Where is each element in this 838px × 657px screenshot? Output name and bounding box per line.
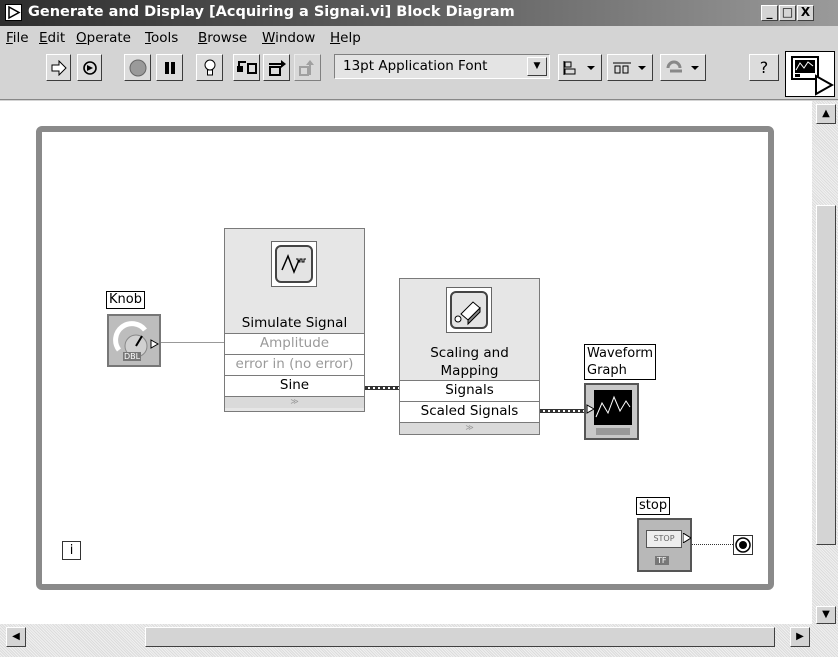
question-icon: ? xyxy=(759,58,769,77)
vi-icon-graphic xyxy=(791,56,835,96)
vi-icon[interactable] xyxy=(785,51,835,97)
pause-button[interactable] xyxy=(156,54,183,81)
context-help-button[interactable]: ? xyxy=(749,54,779,81)
vertical-scrollbar[interactable]: ▲ ▼ xyxy=(812,101,838,624)
simulate-signal-icon xyxy=(271,241,317,287)
abort-stop-icon xyxy=(129,59,146,76)
pause-icon xyxy=(164,61,175,74)
align-objects-button[interactable] xyxy=(558,54,602,81)
simulate-signal-title: Simulate Signal xyxy=(241,315,348,331)
align-objects-icon xyxy=(563,60,595,75)
labview-app-icon[interactable] xyxy=(5,4,22,21)
wire-knob-amplitude[interactable] xyxy=(161,342,225,343)
font-ring-value: 13pt Application Font xyxy=(343,58,488,74)
wire-stop-condition[interactable] xyxy=(692,544,733,545)
stop-if-true-icon xyxy=(735,537,751,553)
waveform-graph-terminal[interactable] xyxy=(584,383,639,440)
run-continuously-button[interactable] xyxy=(77,54,102,81)
menu-browse[interactable]: Browse xyxy=(198,30,247,46)
lightbulb-icon xyxy=(204,59,215,75)
waveform-graph-icon xyxy=(586,390,632,435)
step-out-icon xyxy=(298,59,314,76)
chevron-down-icon[interactable]: ▼ xyxy=(527,57,547,76)
highlight-execution-button[interactable] xyxy=(196,54,223,81)
waveform-graph-label-line2: Graph xyxy=(587,363,627,378)
title-bar[interactable]: Generate and Display [Acquiring a Signai… xyxy=(0,0,838,26)
run-arrow-icon xyxy=(51,59,67,76)
horizontal-scroll-thumb[interactable] xyxy=(145,627,775,647)
menu-bar: File Edit Operate Tools Browse Window He… xyxy=(0,26,838,48)
terminal-scaled-signals-output[interactable]: Scaled Signals xyxy=(400,401,539,422)
block-diagram-canvas[interactable]: Knob DBL Simulate Signal Amplitude error… xyxy=(0,101,812,624)
distribute-objects-icon xyxy=(613,62,646,73)
step-into-icon xyxy=(236,60,257,74)
loop-condition-terminal[interactable] xyxy=(733,535,753,555)
toolbar: 13pt Application Font ▼ ? xyxy=(0,48,838,100)
stop-output-arrow-icon xyxy=(683,533,691,543)
stop-type: TF xyxy=(655,556,669,565)
stop-label[interactable]: stop xyxy=(636,497,671,515)
menu-edit[interactable]: Edit xyxy=(39,30,65,46)
scroll-left-arrow-icon[interactable]: ◀ xyxy=(6,627,26,647)
menu-file[interactable]: File xyxy=(6,30,29,46)
font-ring[interactable]: 13pt Application Font ▼ xyxy=(334,54,550,79)
terminal-sine-output[interactable]: Sine xyxy=(225,375,364,396)
iteration-terminal[interactable]: i xyxy=(62,541,81,560)
waveform-graph-label[interactable]: Waveform Graph xyxy=(584,344,656,380)
stop-terminal[interactable]: STOP TF xyxy=(637,518,692,572)
reorder-icon xyxy=(666,60,699,72)
maximize-button[interactable]: □ xyxy=(779,5,796,21)
expand-handle[interactable]: ≫ xyxy=(400,422,539,434)
horizontal-scrollbar[interactable]: ◀ ▶ xyxy=(0,624,838,657)
scaling-title: Scaling and Mapping xyxy=(400,344,539,380)
distribute-objects-button[interactable] xyxy=(607,54,653,81)
menu-help[interactable]: Help xyxy=(330,30,361,46)
knob-type: DBL xyxy=(123,352,142,361)
close-button[interactable]: X xyxy=(797,5,814,21)
step-over-icon xyxy=(268,59,286,76)
menu-operate[interactable]: Operate xyxy=(76,30,131,46)
terminal-amplitude[interactable]: Amplitude xyxy=(225,333,364,354)
menu-window[interactable]: Window xyxy=(262,30,315,46)
scroll-right-arrow-icon[interactable]: ▶ xyxy=(790,627,810,647)
minimize-button[interactable]: _ xyxy=(761,5,778,21)
window-title: Generate and Display [Acquiring a Signai… xyxy=(28,4,515,20)
terminal-signals-input[interactable]: Signals xyxy=(400,380,539,401)
waveform-graph-label-line1: Waveform xyxy=(587,346,653,361)
scaling-title-line2: Mapping xyxy=(440,363,499,379)
menu-tools[interactable]: Tools xyxy=(145,30,178,46)
vertical-scroll-thumb[interactable] xyxy=(816,205,836,545)
scroll-down-arrow-icon[interactable]: ▼ xyxy=(816,606,836,624)
run-button[interactable] xyxy=(46,54,71,81)
knob-terminal[interactable]: DBL xyxy=(107,314,161,367)
step-into-button[interactable] xyxy=(233,54,260,81)
step-out-button[interactable] xyxy=(294,54,321,81)
scaling-title-line1: Scaling and xyxy=(430,345,509,361)
knob-label[interactable]: Knob xyxy=(106,291,145,309)
stop-button-face: STOP xyxy=(646,530,682,548)
terminal-error-in[interactable]: error in (no error) xyxy=(225,354,364,375)
scaling-mapping-node[interactable]: Scaling and Mapping Signals Scaled Signa… xyxy=(399,278,540,435)
expand-handle[interactable]: ≫ xyxy=(225,396,364,408)
wire-scaled-graph[interactable] xyxy=(540,409,586,413)
run-continuously-icon xyxy=(82,60,97,75)
step-over-button[interactable] xyxy=(263,54,290,81)
simulate-signal-node[interactable]: Simulate Signal Amplitude error in (no e… xyxy=(224,228,365,412)
wire-sine-signals[interactable] xyxy=(365,386,399,390)
reorder-button[interactable] xyxy=(660,54,706,81)
abort-button[interactable] xyxy=(124,54,151,81)
scaling-mapping-icon xyxy=(446,287,492,333)
scroll-up-arrow-icon[interactable]: ▲ xyxy=(816,104,836,124)
